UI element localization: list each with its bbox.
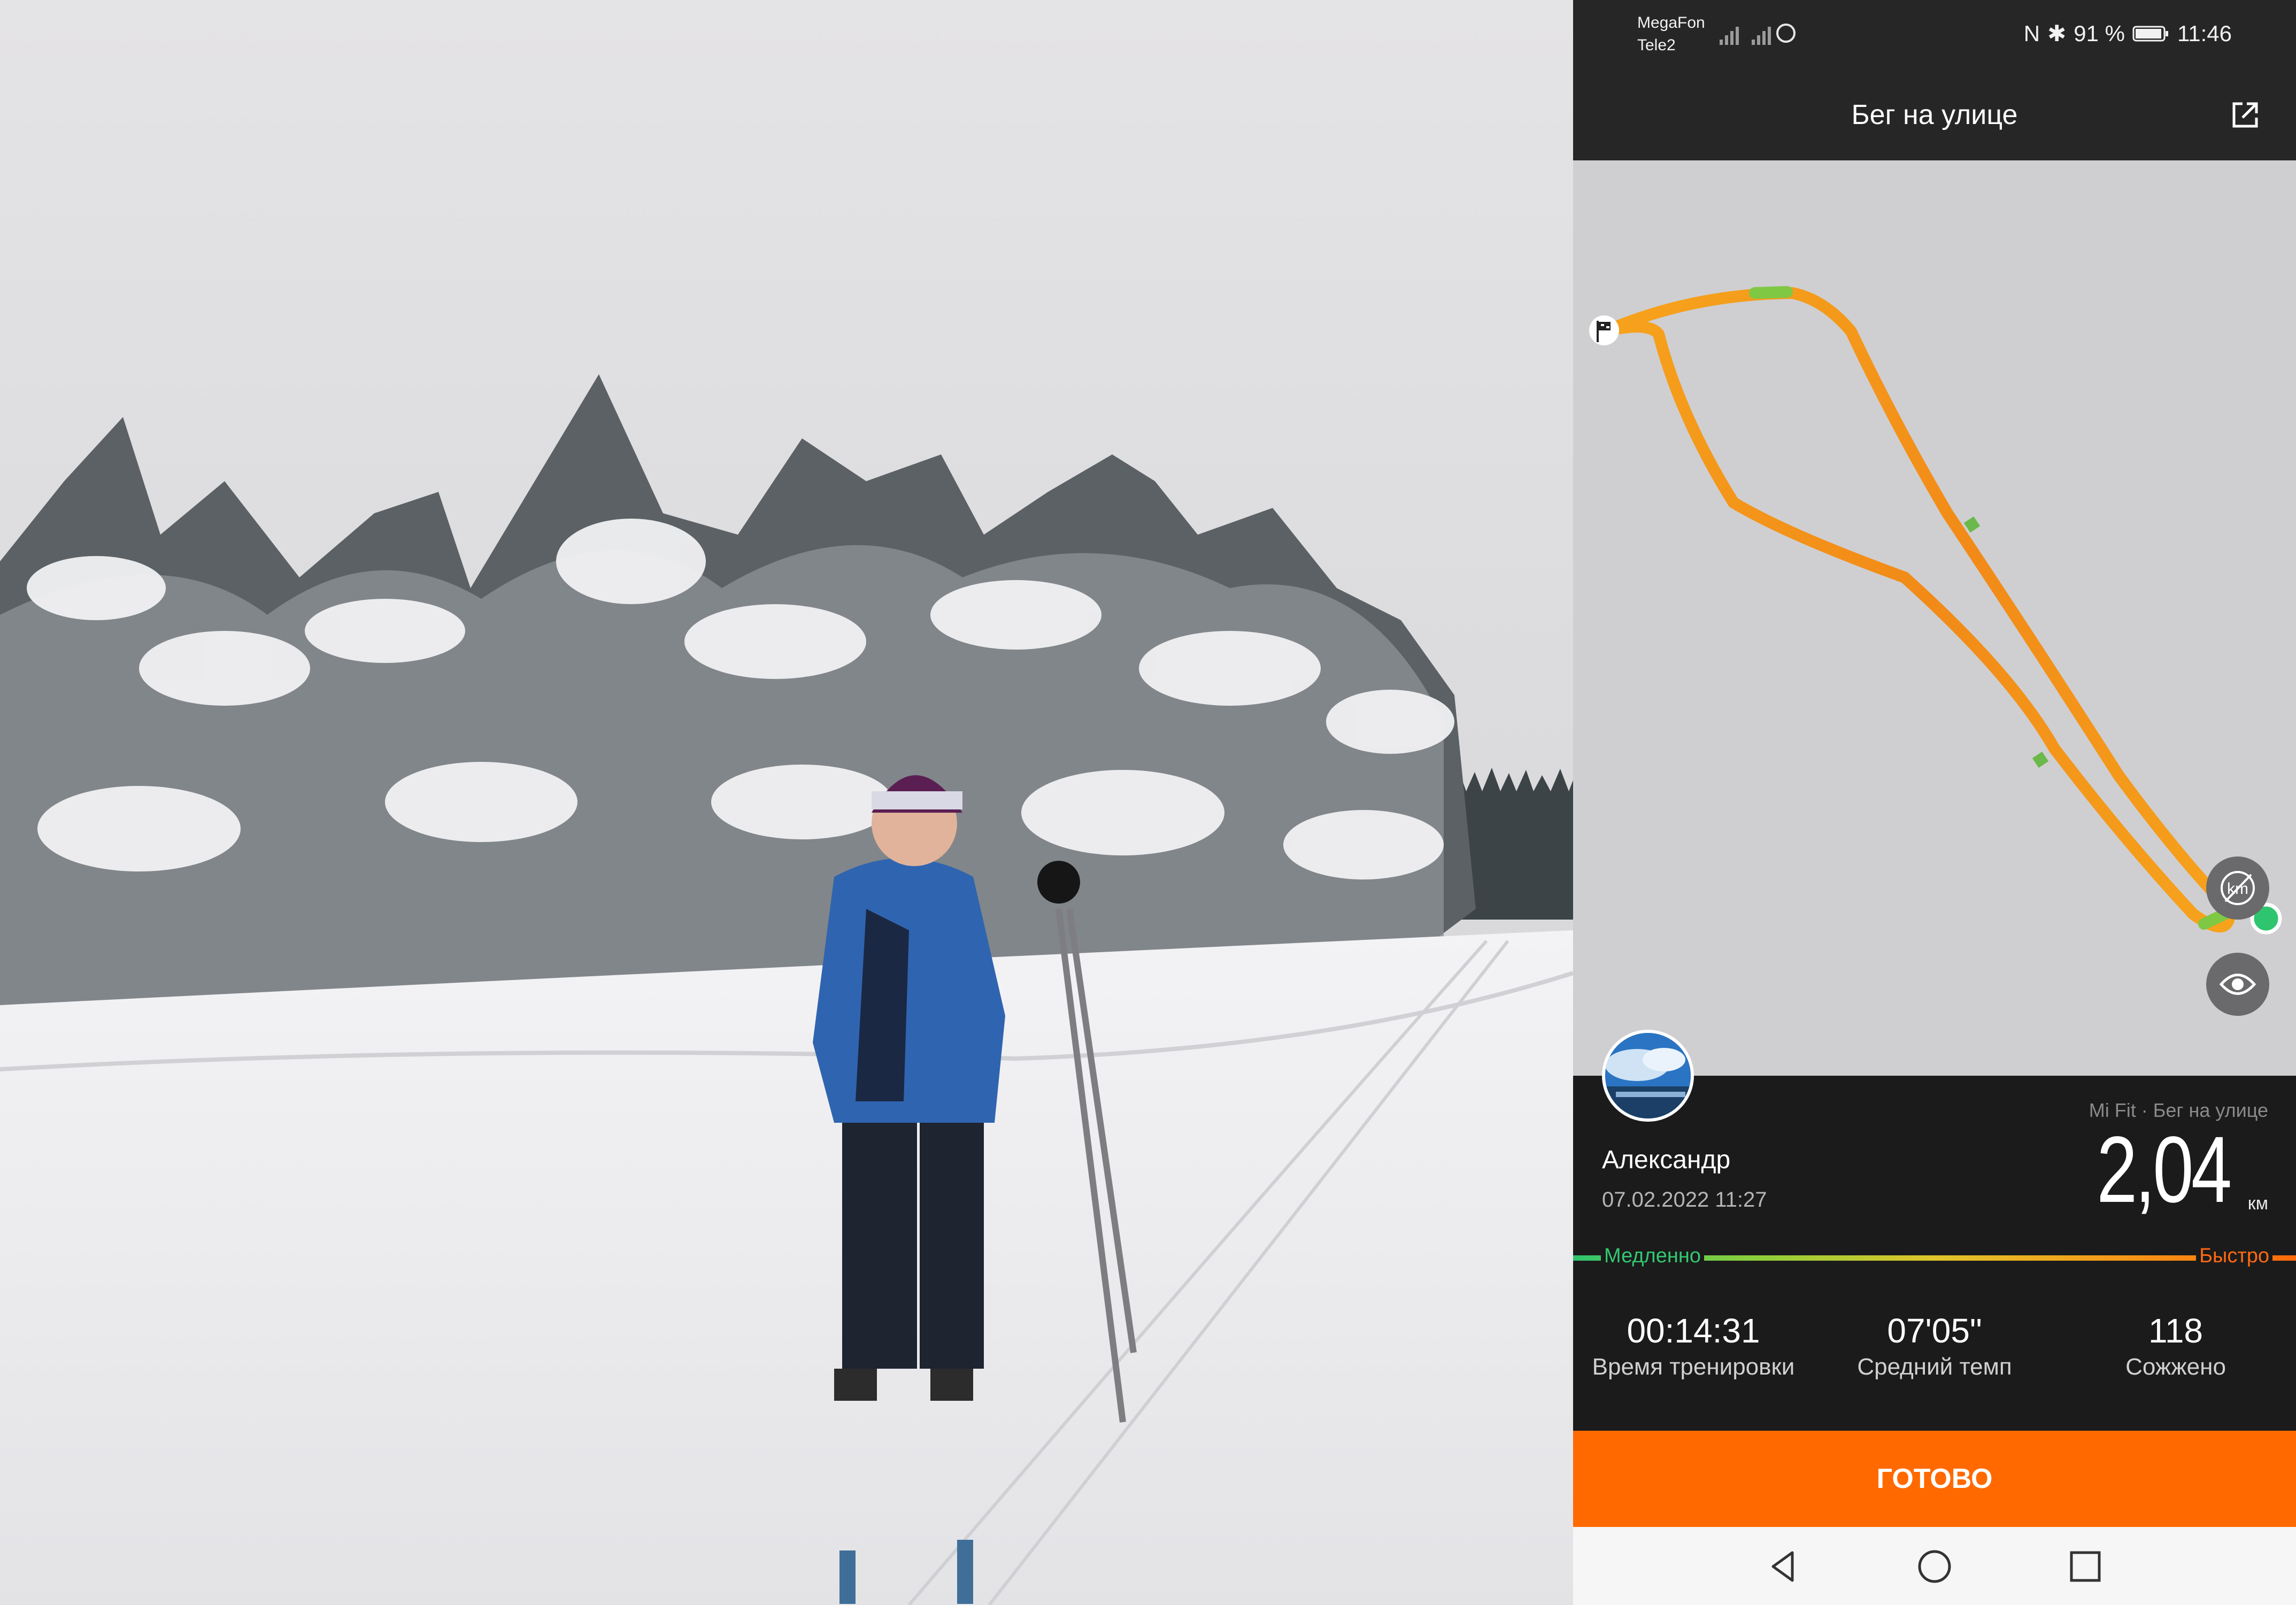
stat-label: Средний темп bbox=[1857, 1354, 2012, 1380]
recents-icon[interactable] bbox=[2064, 1545, 2107, 1588]
avatar-image bbox=[1605, 1033, 1691, 1118]
route-map[interactable]: km bbox=[1573, 160, 2296, 1076]
bluetooth-icon: ✱ bbox=[2047, 21, 2067, 46]
stat-duration: 00:14:31 Время тренировки bbox=[1573, 1311, 1814, 1380]
page-title: Бег на улице bbox=[1851, 99, 2018, 130]
clock: 11:46 bbox=[2177, 20, 2232, 46]
title-bar: Бег на улице bbox=[1573, 70, 2296, 160]
battery-icon bbox=[2132, 26, 2168, 41]
pace-fast-label: Быстро bbox=[2196, 1245, 2272, 1268]
back-icon[interactable] bbox=[1762, 1545, 1805, 1588]
finish-flag-icon bbox=[1589, 315, 1619, 345]
stat-label: Сожжено bbox=[2125, 1354, 2226, 1380]
visibility-button[interactable] bbox=[2206, 953, 2269, 1016]
stat-value: 00:14:31 bbox=[1627, 1311, 1760, 1350]
done-button[interactable]: ГОТОВО bbox=[1573, 1431, 2296, 1527]
avatar[interactable] bbox=[1602, 1030, 1694, 1122]
stat-label: Время тренировки bbox=[1592, 1354, 1795, 1380]
carrier-1: MegaFon bbox=[1637, 14, 1705, 32]
eye-icon bbox=[2219, 974, 2256, 995]
nfc-icon: N bbox=[2023, 20, 2040, 46]
skier-photo bbox=[0, 0, 1573, 1605]
route-track bbox=[1589, 286, 2282, 935]
carrier-2: Tele2 bbox=[1637, 36, 1676, 54]
signal-icon bbox=[1720, 24, 1796, 45]
phone-screen: MegaFon Tele2 N ✱ 91 % 11:46 Бег на улиц… bbox=[1573, 0, 2296, 1605]
distance-value: 2,04 bbox=[2097, 1117, 2232, 1222]
km-toggle-button[interactable]: km bbox=[2206, 856, 2269, 920]
battery-percent: 91 % bbox=[2074, 20, 2125, 46]
home-icon[interactable] bbox=[1913, 1545, 1956, 1588]
stat-calories: 118 Сожжено bbox=[2055, 1311, 2296, 1380]
workout-datetime: 07.02.2022 11:27 bbox=[1602, 1188, 1767, 1212]
share-icon[interactable] bbox=[2226, 96, 2264, 134]
status-bar: MegaFon Tele2 N ✱ 91 % 11:46 bbox=[1573, 0, 2296, 70]
stat-pace: 07'05" Средний темп bbox=[1814, 1311, 2055, 1380]
user-name: Александр bbox=[1602, 1146, 1731, 1174]
km-off-icon: km bbox=[2221, 871, 2255, 905]
workout-summary: Александр 07.02.2022 11:27 Mi Fit · Бег … bbox=[1573, 1030, 2296, 1431]
status-right: N ✱ 91 % 11:46 bbox=[2024, 20, 2232, 47]
stat-value: 118 bbox=[2148, 1311, 2203, 1350]
system-nav-bar bbox=[1573, 1527, 2296, 1605]
pace-slow-label: Медленно bbox=[1601, 1245, 1704, 1268]
distance-unit: км bbox=[2247, 1193, 2268, 1214]
stat-value: 07'05" bbox=[1887, 1311, 1982, 1350]
